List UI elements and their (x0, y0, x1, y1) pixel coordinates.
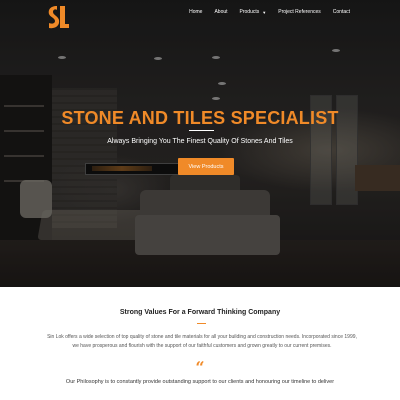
hero-title: STONE AND TILES SPECIALIST (61, 108, 339, 128)
values-title: Strong Values For a Forward Thinking Com… (119, 309, 281, 316)
nav-products[interactable]: Products ▼ (234, 8, 273, 16)
nav-about[interactable]: About (208, 8, 233, 16)
nav-home-label: Home (189, 9, 203, 15)
hero-divider (189, 130, 214, 131)
philosophy-text: Our Philosophy is to constantly provide … (65, 379, 335, 385)
nav-contact-label: Contact (332, 9, 350, 15)
values-text: Sin Lok offers a wide selection of top q… (47, 334, 357, 349)
values-divider (197, 323, 206, 324)
hero-banner: Home About Products ▼ Project References … (0, 0, 400, 287)
quote-icon: “ (195, 358, 205, 377)
sl-logo-icon[interactable] (46, 4, 70, 30)
nav-home[interactable]: Home (183, 8, 208, 16)
chevron-down-icon: ▼ (262, 9, 267, 15)
nav-products-label: Products (239, 9, 260, 15)
nav-about-label: About (214, 9, 228, 15)
view-products-button[interactable]: View Products (178, 158, 234, 175)
nav-contact[interactable]: Contact (327, 8, 356, 16)
nav-project-references[interactable]: Project References (272, 8, 327, 16)
main-nav: Home About Products ▼ Project References … (183, 8, 356, 16)
hero-subtitle: Always Bringing You The Finest Quality O… (107, 138, 293, 145)
nav-project-references-label: Project References (278, 9, 321, 15)
